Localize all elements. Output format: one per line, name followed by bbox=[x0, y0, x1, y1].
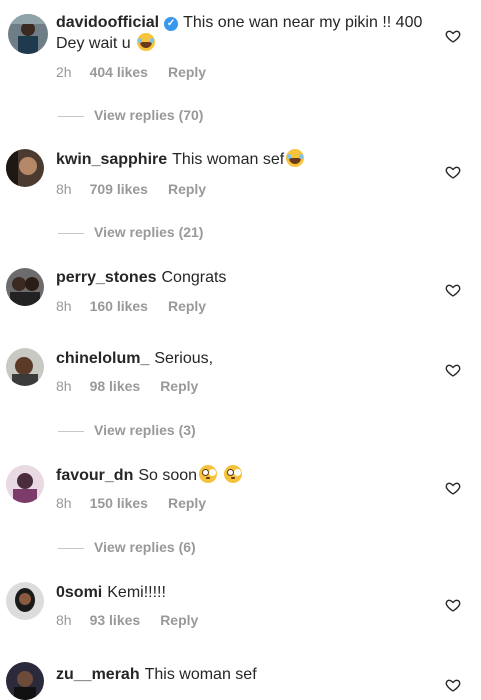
reply-button[interactable]: Reply bbox=[168, 181, 206, 197]
comment-body: This woman sef bbox=[144, 666, 257, 683]
verified-badge-icon: ✓ bbox=[164, 17, 179, 31]
username[interactable]: zu__merah bbox=[56, 666, 140, 683]
likes-count[interactable]: 150 likes bbox=[90, 495, 148, 511]
reply-button[interactable]: Reply bbox=[160, 612, 198, 628]
comment-body: This woman sef bbox=[172, 151, 285, 168]
comment-meta: 8h 709 likes Reply bbox=[56, 181, 226, 197]
view-replies-button[interactable]: View replies (3) bbox=[58, 422, 196, 438]
comment-time: 8h bbox=[56, 181, 72, 197]
username[interactable]: favour_dn bbox=[56, 467, 133, 484]
view-replies-button[interactable]: View replies (6) bbox=[58, 539, 196, 555]
avatar[interactable] bbox=[6, 348, 44, 386]
comment-body: Congrats bbox=[161, 269, 227, 286]
comment-meta: 8h 150 likes Reply bbox=[56, 495, 226, 511]
flushed-emoji-icon bbox=[223, 465, 242, 483]
avatar[interactable] bbox=[6, 268, 44, 306]
divider bbox=[58, 115, 84, 117]
view-replies-label: View replies (3) bbox=[94, 422, 196, 438]
avatar[interactable] bbox=[6, 465, 44, 503]
view-replies-button[interactable]: View replies (70) bbox=[58, 107, 203, 123]
flushed-emoji-icon bbox=[199, 465, 218, 483]
comment-text: davidoofficial ✓ This one wan near my piki… bbox=[56, 12, 435, 54]
reply-button[interactable]: Reply bbox=[168, 495, 206, 511]
divider bbox=[58, 232, 84, 234]
view-replies-label: View replies (21) bbox=[94, 224, 204, 240]
comment-body: Serious, bbox=[154, 350, 214, 367]
comment-body: Kemi!!!!! bbox=[107, 584, 166, 601]
view-replies-label: View replies (6) bbox=[94, 539, 196, 555]
heart-outline-icon[interactable] bbox=[445, 597, 461, 613]
comment-text: chinelolum_ Serious, bbox=[56, 348, 435, 369]
avatar[interactable] bbox=[6, 662, 44, 700]
likes-count[interactable]: 93 likes bbox=[90, 612, 141, 628]
avatar[interactable] bbox=[6, 582, 44, 620]
laughing-emoji-icon bbox=[286, 149, 305, 167]
comment-meta: 8h 98 likes Reply bbox=[56, 378, 218, 394]
heart-outline-icon[interactable] bbox=[445, 480, 461, 496]
comment-text: kwin_sapphire This woman sef bbox=[56, 149, 435, 170]
heart-outline-icon[interactable] bbox=[445, 677, 461, 693]
divider bbox=[58, 430, 84, 432]
heart-outline-icon[interactable] bbox=[445, 362, 461, 378]
view-replies-label: View replies (70) bbox=[94, 107, 204, 123]
username[interactable]: chinelolum_ bbox=[56, 350, 149, 367]
likes-count[interactable]: 160 likes bbox=[90, 298, 148, 314]
comment-time: 8h bbox=[56, 378, 72, 394]
heart-outline-icon[interactable] bbox=[445, 164, 461, 180]
divider bbox=[58, 547, 84, 549]
username[interactable]: davidoofficial bbox=[56, 14, 159, 31]
avatar[interactable] bbox=[8, 14, 48, 54]
reply-button[interactable]: Reply bbox=[168, 298, 206, 314]
comment-body: So soon bbox=[138, 467, 198, 484]
username[interactable]: kwin_sapphire bbox=[56, 151, 167, 168]
comment-time: 8h bbox=[56, 612, 72, 628]
comment-text: perry_stones Congrats bbox=[56, 267, 435, 288]
comment-time: 2h bbox=[56, 64, 72, 80]
comment-meta: 2h 404 likes Reply bbox=[56, 64, 226, 80]
likes-count[interactable]: 98 likes bbox=[90, 378, 141, 394]
comment-text: 0somi Kemi!!!!! bbox=[56, 582, 435, 603]
comment-time: 8h bbox=[56, 495, 72, 511]
reply-button[interactable]: Reply bbox=[160, 378, 198, 394]
reply-button[interactable]: Reply bbox=[168, 64, 206, 80]
comment-text: favour_dn So soon bbox=[56, 465, 435, 486]
heart-outline-icon[interactable] bbox=[445, 28, 461, 44]
comment-time: 8h bbox=[56, 298, 72, 314]
comment-text: zu__merah This woman sef bbox=[56, 664, 435, 685]
username[interactable]: 0somi bbox=[56, 584, 102, 601]
avatar[interactable] bbox=[6, 149, 44, 187]
heart-outline-icon[interactable] bbox=[445, 282, 461, 298]
username[interactable]: perry_stones bbox=[56, 269, 157, 286]
comment-meta: 8h 160 likes Reply bbox=[56, 298, 226, 314]
likes-count[interactable]: 709 likes bbox=[90, 181, 148, 197]
comment-meta: 8h 93 likes Reply bbox=[56, 612, 218, 628]
laughing-emoji-icon bbox=[137, 33, 156, 51]
likes-count[interactable]: 404 likes bbox=[90, 64, 148, 80]
view-replies-button[interactable]: View replies (21) bbox=[58, 224, 203, 240]
